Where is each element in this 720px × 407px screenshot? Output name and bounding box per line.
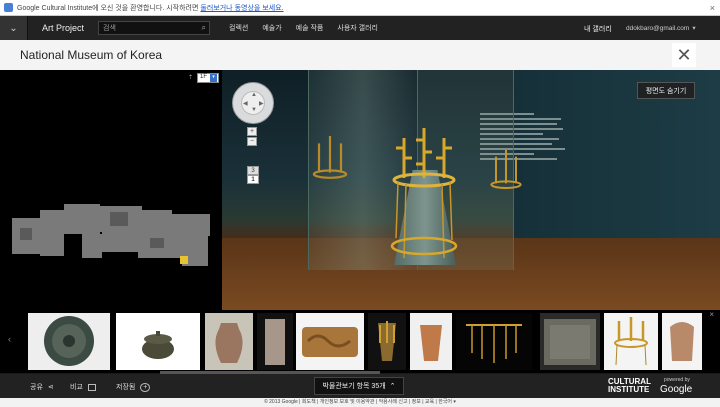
top-bar: ⌄ Art Project 검색 ⌕ 컬렉션 예술가 예술 작품 사용자 갤러리…	[0, 16, 720, 40]
zoom-control: + −	[247, 127, 257, 147]
pan-arrows[interactable]: ▲ ▼ ◀ ▶	[241, 91, 265, 115]
arrow-left-icon[interactable]: ◀	[243, 100, 248, 107]
page-footer: © 2013 Google | 회도책 | 개인정보 보호 및 이용약관 | 악…	[0, 398, 720, 407]
cultural-institute-logo: CULTURAL INSTITUTE	[608, 377, 651, 394]
nav-collections[interactable]: 컬렉션	[229, 23, 248, 33]
compare-button[interactable]: 비교	[70, 382, 96, 392]
google-logo: Google	[660, 384, 693, 395]
level-3-button[interactable]: 3	[247, 166, 259, 175]
save-button[interactable]: 저장됨 +	[116, 382, 151, 392]
account-email: ddokbaro@gmail.com	[626, 25, 690, 32]
thumbnail-item[interactable]	[28, 313, 110, 370]
search-icon[interactable]: ⌕	[202, 23, 206, 33]
reflected-crown	[312, 136, 348, 179]
notice-link[interactable]: 둘러보거나 동영상을 보세요.	[200, 3, 283, 13]
compare-icon	[87, 383, 96, 391]
bottom-bar: 공유 ⋖ 비교 저장됨 + 박물관보기 항목 35개 ⌃ CULTURAL IN…	[0, 374, 720, 398]
notice-close-icon[interactable]: ×	[710, 3, 715, 13]
brand-title[interactable]: Art Project	[42, 23, 84, 33]
pan-control[interactable]: ▲ ▼ ◀ ▶	[232, 82, 274, 124]
welcome-notice: Google Cultural Institute에 오신 것을 환영합니다. …	[0, 0, 720, 16]
thumbnail-item[interactable]	[540, 313, 600, 370]
search-placeholder: 검색	[103, 25, 116, 32]
title-bar: National Museum of Korea ✕	[0, 40, 720, 70]
strip-close-icon[interactable]: ×	[709, 310, 714, 319]
share-label: 공유	[30, 384, 43, 391]
chevron-down-icon: ⌄	[9, 22, 18, 34]
account-menu[interactable]: ddokbaro@gmail.com ▾	[626, 24, 696, 32]
gold-crown-artifact[interactable]	[384, 128, 464, 278]
artwork-thumbnail-strip: ‹ ×	[0, 310, 720, 374]
arrow-down-icon[interactable]: ▼	[251, 107, 257, 113]
thumbnail-item[interactable]	[296, 313, 364, 370]
chevron-up-icon: ⌃	[389, 383, 396, 390]
panorama-view[interactable]	[222, 70, 720, 310]
arrow-right-icon[interactable]: ▶	[259, 100, 264, 107]
thumbnail-item[interactable]	[662, 313, 702, 370]
thumbnail-item[interactable]	[205, 313, 253, 370]
powered-by-label: powered by	[664, 377, 690, 383]
notice-text: Google Cultural Institute에 오신 것을 환영합니다. …	[17, 4, 199, 12]
floor-plan-map[interactable]	[0, 70, 222, 310]
hide-floor-plan-button[interactable]: 평면도 숨기기	[637, 82, 695, 99]
share-button[interactable]: 공유 ⋖	[30, 382, 54, 392]
thumbnail-item[interactable]	[368, 313, 406, 370]
close-viewer-button[interactable]: ✕	[672, 43, 696, 67]
caret-down-icon: ▾	[692, 25, 696, 32]
page-title: National Museum of Korea	[20, 48, 163, 62]
close-icon: ✕	[676, 44, 692, 65]
nav-artworks[interactable]: 예술 작품	[296, 23, 324, 33]
arrow-up-icon[interactable]: ▲	[251, 92, 257, 98]
menu-button[interactable]: ⌄	[0, 16, 28, 40]
thumbnail-item[interactable]	[116, 313, 200, 370]
item-count-label: 박물관보기 항목 35개	[322, 383, 386, 390]
scroll-left-icon[interactable]: ‹	[8, 334, 11, 344]
add-icon: +	[140, 383, 151, 392]
level-control: 3 1	[247, 166, 259, 184]
thumbnail-item[interactable]	[604, 313, 658, 370]
street-view-viewer[interactable]: ⇡ 1F ▾	[0, 70, 720, 310]
nav-artists[interactable]: 예술가	[262, 23, 281, 33]
compare-label: 비교	[70, 384, 83, 391]
zoom-in-button[interactable]: +	[247, 127, 257, 136]
zoom-out-button[interactable]: −	[247, 137, 257, 146]
thumbnail-item[interactable]	[257, 313, 293, 370]
level-1-button[interactable]: 1	[247, 175, 259, 184]
share-icon: ⋖	[47, 384, 54, 391]
item-count-button[interactable]: 박물관보기 항목 35개 ⌃	[314, 377, 404, 395]
main-nav: 컬렉션 예술가 예술 작품 사용자 갤러리	[222, 23, 385, 33]
reflected-crown	[490, 150, 522, 189]
save-label: 저장됨	[116, 384, 136, 391]
floor-plan-panel[interactable]: ⇡ 1F ▾	[0, 70, 222, 310]
google-logo-icon	[4, 3, 13, 12]
search-input[interactable]: 검색 ⌕	[98, 21, 211, 35]
my-gallery-link[interactable]: 내 갤러리	[584, 24, 612, 34]
thumbnail-item[interactable]	[456, 313, 532, 370]
nav-user-galleries[interactable]: 사용자 갤러리	[337, 23, 378, 33]
thumbnail-item[interactable]	[410, 313, 452, 370]
